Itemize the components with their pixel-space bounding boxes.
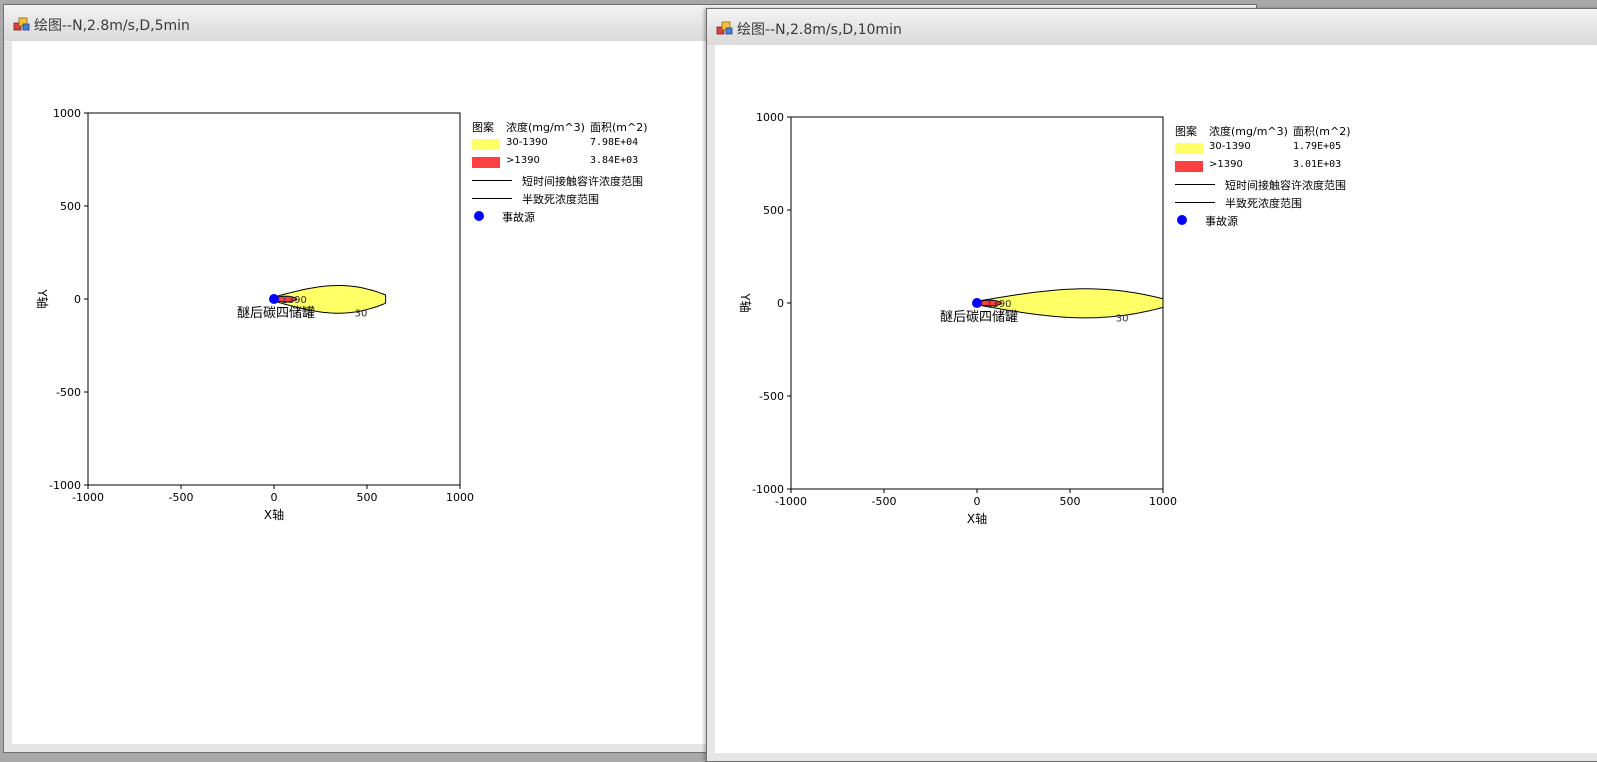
y-tick-label: 1000	[756, 111, 784, 124]
legend-line-sample	[472, 180, 512, 181]
legend-line-row: 半致死浓度范围	[1175, 195, 1395, 210]
x-tick-label: 1000	[446, 491, 474, 504]
legend-line-sample	[1175, 202, 1215, 203]
plot-area: 30 1390 -1000 -500 0 500 1000 1000 500 0 -500 -1000…	[12, 41, 712, 744]
y-axis-label: Y轴	[35, 288, 50, 308]
legend-line-sample	[1175, 184, 1215, 185]
legend-area-value: 7.98E+04	[590, 137, 639, 148]
legend-line-label: 短时间接触容许浓度范围	[522, 175, 643, 188]
legend: 图案 浓度(mg/m^3) 面积(m^2) 30-1390 7.98E+04 >…	[472, 119, 702, 229]
y-axis-label: Y轴	[738, 292, 753, 312]
y-tick-label: 1000	[53, 107, 81, 120]
legend-header-area: 面积(m^2)	[1293, 125, 1351, 138]
legend-source-label: 事故源	[502, 211, 535, 224]
legend-range-label: >1390	[506, 155, 540, 166]
legend-swatch-yellow	[472, 139, 500, 150]
window-title: 绘图--N,2.8m/s,D,5min	[34, 18, 190, 34]
y-tick-label: 500	[60, 200, 81, 213]
window-title: 绘图--N,2.8m/s,D,10min	[737, 22, 902, 38]
source-marker	[972, 298, 982, 308]
legend-source-label: 事故源	[1205, 215, 1238, 228]
legend-header-pattern: 图案	[1175, 125, 1197, 138]
legend-line-label: 短时间接触容许浓度范围	[1225, 179, 1346, 192]
legend-swatch-red	[1175, 161, 1203, 172]
x-tick-label: -500	[169, 491, 194, 504]
y-tick-label: 0	[74, 293, 81, 306]
legend-header-conc: 浓度(mg/m^3)	[506, 121, 585, 134]
source-marker	[269, 294, 279, 304]
x-tick-label: 0	[271, 491, 278, 504]
y-tick-label: 500	[763, 204, 784, 217]
y-tick-label: -1000	[752, 483, 784, 496]
legend-swatch-yellow	[1175, 143, 1203, 154]
legend-row: 30-1390 7.98E+04	[472, 137, 672, 151]
app-icon	[13, 17, 30, 31]
plot-area: 30 1390 -1000 -500 0 500 1000 1000 500 0 -500 -1000…	[715, 45, 1597, 753]
legend-line-row: 半致死浓度范围	[472, 191, 692, 206]
legend-range-label: 30-1390	[506, 137, 548, 148]
legend-row: 30-1390 1.79E+05	[1175, 141, 1375, 155]
legend-line-label: 半致死浓度范围	[522, 193, 599, 206]
legend-header-conc: 浓度(mg/m^3)	[1209, 125, 1288, 138]
source-marker-icon	[1177, 215, 1187, 225]
x-axis-label: X轴	[264, 507, 284, 522]
title-bar[interactable]: 绘图--N,2.8m/s,D,10min	[707, 9, 1597, 45]
legend-line-sample	[472, 198, 512, 199]
legend-row: >1390 3.01E+03	[1175, 159, 1375, 173]
source-marker-icon	[474, 211, 484, 221]
y-tick-label: -500	[759, 390, 784, 403]
x-tick-label: 500	[357, 491, 378, 504]
legend-range-label: 30-1390	[1209, 141, 1251, 152]
y-tick-label: -1000	[49, 479, 81, 492]
y-tick-label: 0	[777, 297, 784, 310]
legend-line-row: 短时间接触容许浓度范围	[472, 173, 692, 188]
plot-window-10min: 绘图--N,2.8m/s,D,10min 30 1390 -1000 -500 0 500…	[706, 8, 1597, 762]
x-tick-label: -1000	[72, 491, 104, 504]
contour-label: 30	[1116, 313, 1129, 324]
contour-chart: 30 1390 -1000 -500 0 500 1000 1000 500 0 -500 -1000…	[738, 111, 1177, 526]
x-tick-label: 0	[974, 495, 981, 508]
legend-range-label: >1390	[1209, 159, 1243, 170]
app-icon	[716, 21, 733, 35]
legend-area-value: 3.84E+03	[590, 155, 639, 166]
legend-row: >1390 3.84E+03	[472, 155, 672, 169]
legend-area-value: 3.01E+03	[1293, 159, 1342, 170]
legend-swatch-red	[472, 157, 500, 168]
y-tick-label: -500	[56, 386, 81, 399]
legend-area-value: 1.79E+05	[1293, 141, 1342, 152]
source-label: 醚后碳四储罐	[940, 310, 1018, 325]
contour-label: 1390	[281, 295, 306, 306]
x-tick-label: -500	[872, 495, 897, 508]
legend-header-pattern: 图案	[472, 121, 494, 134]
x-tick-label: 1000	[1149, 495, 1177, 508]
legend-line-label: 半致死浓度范围	[1225, 197, 1302, 210]
x-axis-label: X轴	[967, 511, 987, 526]
legend-source-row: 事故源	[1175, 213, 1395, 228]
legend-source-row: 事故源	[472, 209, 692, 224]
legend: 图案 浓度(mg/m^3) 面积(m^2) 30-1390 1.79E+05 >…	[1175, 123, 1405, 233]
legend-line-row: 短时间接触容许浓度范围	[1175, 177, 1395, 192]
source-label: 醚后碳四储罐	[237, 306, 315, 321]
contour-label: 1390	[986, 299, 1011, 310]
legend-header-area: 面积(m^2)	[590, 121, 648, 134]
x-tick-label: 500	[1060, 495, 1081, 508]
contour-label: 30	[355, 309, 368, 320]
x-tick-label: -1000	[775, 495, 807, 508]
